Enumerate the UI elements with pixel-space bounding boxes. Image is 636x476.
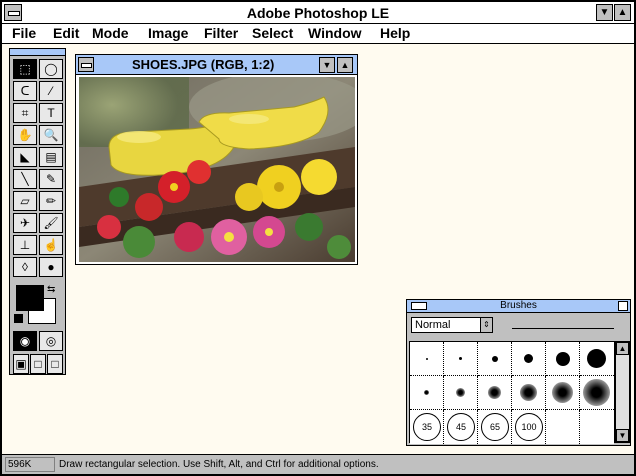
document-window: SHOES.JPG (RGB, 1:2) ▼ ▲ xyxy=(75,54,358,265)
crop-icon[interactable]: ⌗ xyxy=(13,103,37,123)
brush-size-45[interactable]: 45 xyxy=(444,410,478,444)
document-size-readout[interactable]: 596K xyxy=(5,457,55,472)
brush-size-35[interactable]: 35 xyxy=(410,410,444,444)
swap-colors-icon[interactable]: ⇆ xyxy=(47,284,55,295)
brush-empty-slot[interactable] xyxy=(580,410,614,444)
magic-wand-icon[interactable]: ⁄ xyxy=(39,81,63,101)
status-bar: 596K Draw rectangular selection. Use Shi… xyxy=(2,454,634,474)
document-canvas-image[interactable] xyxy=(79,77,355,262)
document-title-bar[interactable]: SHOES.JPG (RGB, 1:2) ▼ ▲ xyxy=(76,55,357,75)
eyedropper-icon[interactable]: ✎ xyxy=(39,169,63,189)
paintbrush-icon[interactable]: 🖌 xyxy=(39,213,63,233)
app-title: Adobe Photoshop LE xyxy=(246,5,390,21)
hand-icon[interactable]: ✋ xyxy=(13,125,37,145)
scroll-up-button[interactable]: ▲ xyxy=(616,342,629,355)
marquee-rect-icon[interactable]: ⬚ xyxy=(13,59,37,79)
brush-mode-select[interactable]: Normal ⇕ xyxy=(411,317,493,333)
brush-soft-21[interactable] xyxy=(546,376,580,410)
airbrush-icon[interactable]: ✈ xyxy=(13,213,37,233)
opacity-slider-track[interactable] xyxy=(512,328,614,329)
menu-image[interactable]: Image xyxy=(148,25,188,41)
document-system-menu[interactable] xyxy=(78,57,94,72)
brush-soft-9[interactable] xyxy=(444,376,478,410)
menu-filter[interactable]: Filter xyxy=(204,25,238,41)
toolbox-title-bar[interactable] xyxy=(10,49,65,56)
rubber-stamp-icon[interactable]: ⊥ xyxy=(13,235,37,255)
brushes-close-button[interactable] xyxy=(618,301,628,311)
blur-icon[interactable]: ◊ xyxy=(13,257,37,277)
brush-hard-5[interactable] xyxy=(478,342,512,376)
brush-hard-9[interactable] xyxy=(512,342,546,376)
brushes-palette: Brushes Normal ⇕ 35 45 65 100 ▲ ▼ xyxy=(406,299,631,446)
brushes-title: Brushes xyxy=(500,300,537,311)
menu-mode[interactable]: Mode xyxy=(92,25,129,41)
marquee-ellipse-icon[interactable]: ◯ xyxy=(39,59,63,79)
line-icon[interactable]: ╲ xyxy=(13,169,37,189)
screen-mode-full-menu-icon[interactable]: □ xyxy=(30,354,46,374)
menu-edit[interactable]: Edit xyxy=(53,25,79,41)
screen-mode-standard-icon[interactable]: ▣ xyxy=(13,354,29,374)
default-colors-icon[interactable] xyxy=(14,314,23,323)
brush-soft-27[interactable] xyxy=(580,376,614,410)
brush-hard-13[interactable] xyxy=(546,342,580,376)
minimize-button[interactable]: ▼ xyxy=(596,4,613,21)
type-icon[interactable]: T xyxy=(39,103,63,123)
brush-size-65[interactable]: 65 xyxy=(478,410,512,444)
brushes-title-bar[interactable]: Brushes xyxy=(407,300,630,313)
brush-hard-3[interactable] xyxy=(444,342,478,376)
document-minimize-button[interactable]: ▼ xyxy=(319,57,335,73)
brush-size-100[interactable]: 100 xyxy=(512,410,546,444)
brush-grid: 35 45 65 100 xyxy=(409,341,615,444)
smudge-icon[interactable]: ☝ xyxy=(39,235,63,255)
paint-bucket-icon[interactable]: ◣ xyxy=(13,147,37,167)
standard-mode-icon[interactable]: ◉ xyxy=(13,331,37,351)
status-message: Draw rectangular selection. Use Shift, A… xyxy=(59,459,379,470)
brush-soft-17[interactable] xyxy=(512,376,546,410)
menu-bar: File Edit Mode Image Filter Select Windo… xyxy=(2,24,634,44)
gradient-icon[interactable]: ▤ xyxy=(39,147,63,167)
menu-help[interactable]: Help xyxy=(380,25,410,41)
pencil-icon[interactable]: ✏ xyxy=(39,191,63,211)
screen-mode-full-icon[interactable]: □ xyxy=(47,354,63,374)
menu-file[interactable]: File xyxy=(12,25,36,41)
document-title: SHOES.JPG (RGB, 1:2) xyxy=(132,57,275,72)
scroll-down-button[interactable]: ▼ xyxy=(616,429,629,442)
quick-mask-icon[interactable]: ◎ xyxy=(39,331,63,351)
menu-select[interactable]: Select xyxy=(252,25,293,41)
brush-mode-value: Normal xyxy=(415,319,451,331)
brush-soft-13[interactable] xyxy=(478,376,512,410)
app-title-bar[interactable]: Adobe Photoshop LE ▼ ▲ xyxy=(2,2,634,24)
brush-hard-1[interactable] xyxy=(410,342,444,376)
lasso-icon[interactable]: ᑕ xyxy=(13,81,37,101)
foreground-color-swatch[interactable] xyxy=(16,285,44,311)
brush-soft-5[interactable] xyxy=(410,376,444,410)
burn-icon[interactable]: ● xyxy=(39,257,63,277)
brush-empty-slot[interactable] xyxy=(546,410,580,444)
brush-hard-19[interactable] xyxy=(580,342,614,376)
document-maximize-button[interactable]: ▲ xyxy=(337,57,353,73)
maximize-button[interactable]: ▲ xyxy=(614,4,631,21)
menu-window[interactable]: Window xyxy=(308,25,362,41)
zoom-icon[interactable]: 🔍 xyxy=(39,125,63,145)
toolbox-palette: ⬚ ◯ ᑕ ⁄ ⌗ T ✋ 🔍 ◣ ▤ ╲ ✎ ▱ ✏ ✈ 🖌 ⊥ ☝ ◊ ● ⇆ ◉ ◎ ▣ □ □ xyxy=(9,48,66,375)
brush-mode-arrow-icon[interactable]: ⇕ xyxy=(480,318,492,332)
eraser-icon[interactable]: ▱ xyxy=(13,191,37,211)
brushes-scrollbar[interactable]: ▲ ▼ xyxy=(615,341,630,443)
photoshop-app-window: Adobe Photoshop LE ▼ ▲ File Edit Mode Im… xyxy=(0,0,636,476)
